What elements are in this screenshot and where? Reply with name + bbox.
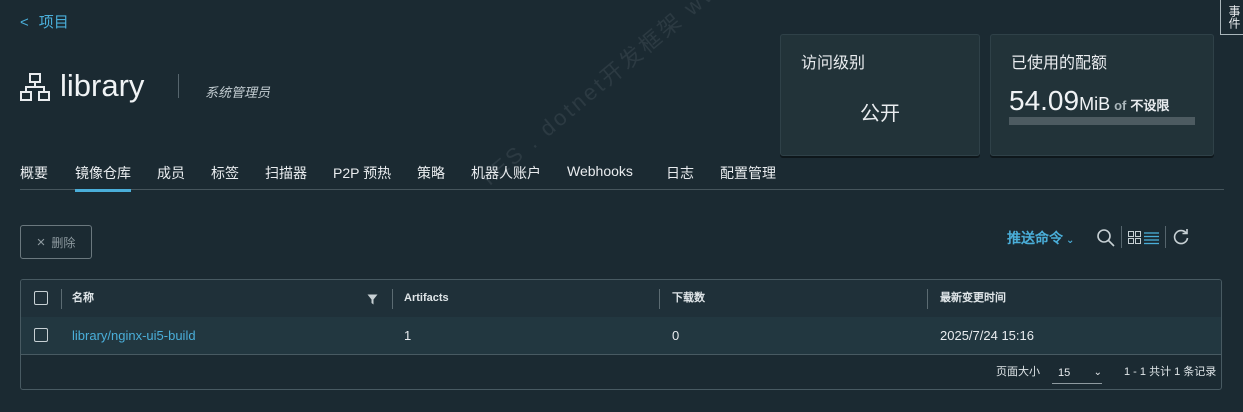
column-divider bbox=[927, 289, 928, 309]
column-divider bbox=[61, 289, 62, 309]
quota-limit: 不设限 bbox=[1130, 98, 1170, 113]
access-level-title: 访问级别 bbox=[801, 55, 866, 72]
column-header-updated[interactable]: 最新变更时间 bbox=[940, 280, 1006, 317]
tab-labels[interactable]: 标签 bbox=[211, 163, 239, 189]
quota-used-number: 54.09 bbox=[1009, 85, 1080, 116]
updated-time: 2025/7/24 15:16 bbox=[940, 328, 1034, 343]
select-all-checkbox[interactable] bbox=[34, 291, 48, 305]
table-footer: 页面大小 15 ⌄ 1 - 1 共计 1 条记录 bbox=[21, 355, 1221, 389]
page-size-select[interactable]: 15 ⌄ bbox=[1052, 361, 1102, 384]
tab-scanner[interactable]: 扫描器 bbox=[265, 163, 307, 189]
tab-p2p-preheat[interactable]: P2P 预热 bbox=[333, 163, 391, 189]
toolbar-divider bbox=[1165, 226, 1166, 248]
back-link-label: 项目 bbox=[38, 14, 69, 31]
filter-icon[interactable] bbox=[367, 294, 378, 305]
tab-summary[interactable]: 概要 bbox=[20, 163, 48, 189]
tab-robot-accounts[interactable]: 机器人账户 bbox=[471, 163, 541, 189]
column-header-artifacts[interactable]: Artifacts bbox=[404, 280, 449, 317]
chevron-left-icon: < bbox=[20, 14, 29, 31]
tab-members[interactable]: 成员 bbox=[157, 163, 185, 189]
page-size-value: 15 bbox=[1058, 367, 1071, 379]
tab-repositories[interactable]: 镜像仓库 bbox=[75, 163, 131, 192]
page-title: library bbox=[60, 68, 145, 103]
column-header-downloads[interactable]: 下载数 bbox=[672, 280, 705, 317]
quota-card: 已使用的配额 54.09MiB of 不设限 bbox=[990, 34, 1214, 156]
tab-webhooks[interactable]: Webhooks bbox=[567, 163, 633, 185]
push-command-dropdown[interactable]: 推送命令 ⌄ bbox=[1007, 228, 1074, 248]
column-divider bbox=[392, 289, 393, 309]
download-count: 0 bbox=[672, 328, 680, 343]
refresh-icon[interactable] bbox=[1172, 228, 1190, 246]
push-command-label: 推送命令 bbox=[1007, 230, 1063, 246]
access-level-value: 公开 bbox=[860, 103, 900, 125]
pagination-summary: 1 - 1 共计 1 条记录 bbox=[1124, 366, 1217, 378]
chevron-down-icon: ⌄ bbox=[1093, 367, 1102, 378]
quota-usage: 54.09MiB of 不设限 bbox=[1009, 85, 1169, 117]
toolbar-divider bbox=[1121, 226, 1122, 248]
tab-logs[interactable]: 日志 bbox=[666, 163, 694, 189]
title-divider bbox=[178, 74, 179, 98]
card-list-view-icon[interactable] bbox=[1128, 231, 1160, 245]
column-divider bbox=[659, 289, 660, 309]
quota-progress-bar bbox=[1009, 117, 1195, 125]
column-header-name[interactable]: 名称 bbox=[72, 280, 94, 317]
artifacts-count: 1 bbox=[404, 328, 412, 343]
access-level-card: 访问级别 公开 bbox=[780, 34, 980, 156]
table-row[interactable]: library/nginx-ui5-build 1 0 2025/7/24 15… bbox=[21, 317, 1221, 355]
table-header: 名称 Artifacts 下载数 最新变更时间 bbox=[21, 280, 1221, 318]
event-side-tab[interactable]: 事件 bbox=[1220, 0, 1243, 35]
search-icon[interactable] bbox=[1096, 228, 1116, 248]
project-tree-icon bbox=[20, 73, 50, 101]
close-icon: × bbox=[36, 233, 46, 251]
row-checkbox[interactable] bbox=[34, 328, 48, 342]
repository-table: 名称 Artifacts 下载数 最新变更时间 library/nginx-ui… bbox=[20, 279, 1222, 390]
quota-of: of bbox=[1114, 98, 1127, 113]
quota-used-unit: MiB bbox=[1079, 94, 1111, 114]
back-to-projects-link[interactable]: < 项目 bbox=[20, 11, 69, 32]
tab-configuration[interactable]: 配置管理 bbox=[720, 163, 776, 189]
delete-button[interactable]: × 删除 bbox=[20, 225, 92, 259]
delete-button-label: 删除 bbox=[51, 235, 76, 250]
repository-name-link[interactable]: library/nginx-ui5-build bbox=[72, 317, 196, 354]
quota-title: 已使用的配额 bbox=[1011, 55, 1108, 72]
user-role: 系统管理员 bbox=[205, 85, 271, 100]
page-size-label: 页面大小 bbox=[996, 366, 1040, 378]
chevron-down-icon: ⌄ bbox=[1066, 235, 1075, 246]
tab-policy[interactable]: 策略 bbox=[417, 163, 445, 189]
project-tabs: 概要 镜像仓库 成员 标签 扫描器 P2P 预热 策略 机器人账户 Webhoo… bbox=[20, 163, 1224, 192]
